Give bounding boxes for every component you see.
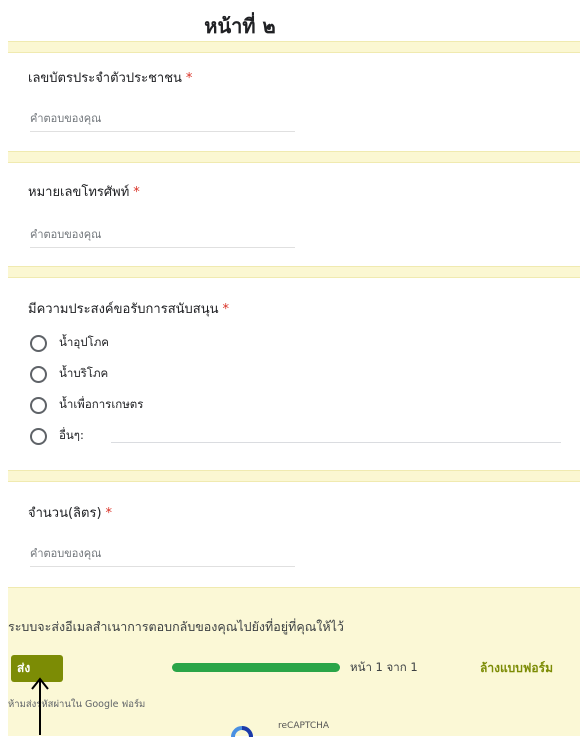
amount-input[interactable]: คำตอบของคุณ [30,544,295,567]
page-title: หน้าที่ ๒ [204,14,276,38]
phone-input[interactable]: คำตอบของคุณ [30,225,295,248]
radio-circle-icon[interactable] [30,396,47,414]
id-card-input[interactable]: คำตอบของคุณ [30,109,295,132]
required-mark: * [222,302,230,317]
question-card-amount: จำนวน(ลิตร) * คำตอบของคุณ [8,482,580,586]
question-card-phone: หมายเลขโทรศัพท์ * คำตอบของคุณ [8,163,580,266]
section-separator [8,41,580,53]
recaptcha-icon [231,726,253,737]
recaptcha-label: reCAPTCHA [278,721,330,731]
other-text-input[interactable] [111,442,561,443]
question-label: หมายเลขโทรศัพท์ * [28,185,140,200]
section-separator [8,470,580,482]
radio-option-drinking[interactable]: น้ำบริโภค [30,364,108,384]
section-separator [8,266,580,278]
up-arrow-icon [31,677,49,735]
question-label: จำนวน(ลิตร) * [28,506,113,521]
question-card-support: มีความประสงค์ขอรับการสนับสนุน * น้ำอุปโภค… [8,278,580,470]
required-mark: * [185,71,193,86]
question-label: เลขบัตรประจำตัวประชาชน * [28,71,193,86]
radio-option-agriculture[interactable]: น้ำเพื่อการเกษตร [30,395,143,415]
radio-option-other[interactable]: อื่นๆ: [30,426,84,446]
clear-form-button[interactable]: ล้างแบบฟอร์ม [480,659,553,678]
progress-bar [172,663,340,672]
question-card-id-card: เลขบัตรประจำตัวประชาชน * คำตอบของคุณ [8,53,580,151]
section-separator [8,151,580,163]
radio-option-consumption[interactable]: น้ำอุปโภค [30,333,109,353]
radio-circle-icon[interactable] [30,334,47,352]
question-label: มีความประสงค์ขอรับการสนับสนุน * [28,302,230,317]
email-copy-notice: ระบบจะส่งอีเมลสำเนาการตอบกลับของคุณไปยัง… [8,619,344,634]
required-mark: * [133,185,140,200]
radio-circle-icon[interactable] [30,427,47,445]
form-footer: ระบบจะส่งอีเมลสำเนาการตอบกลับของคุณไปยัง… [8,587,580,737]
page-count: หน้า 1 จาก 1 [350,660,418,674]
radio-circle-icon[interactable] [30,365,47,383]
password-warning: ห้ามส่งรหัสผ่านใน Google ฟอร์ม [8,699,146,710]
required-mark: * [105,506,113,521]
